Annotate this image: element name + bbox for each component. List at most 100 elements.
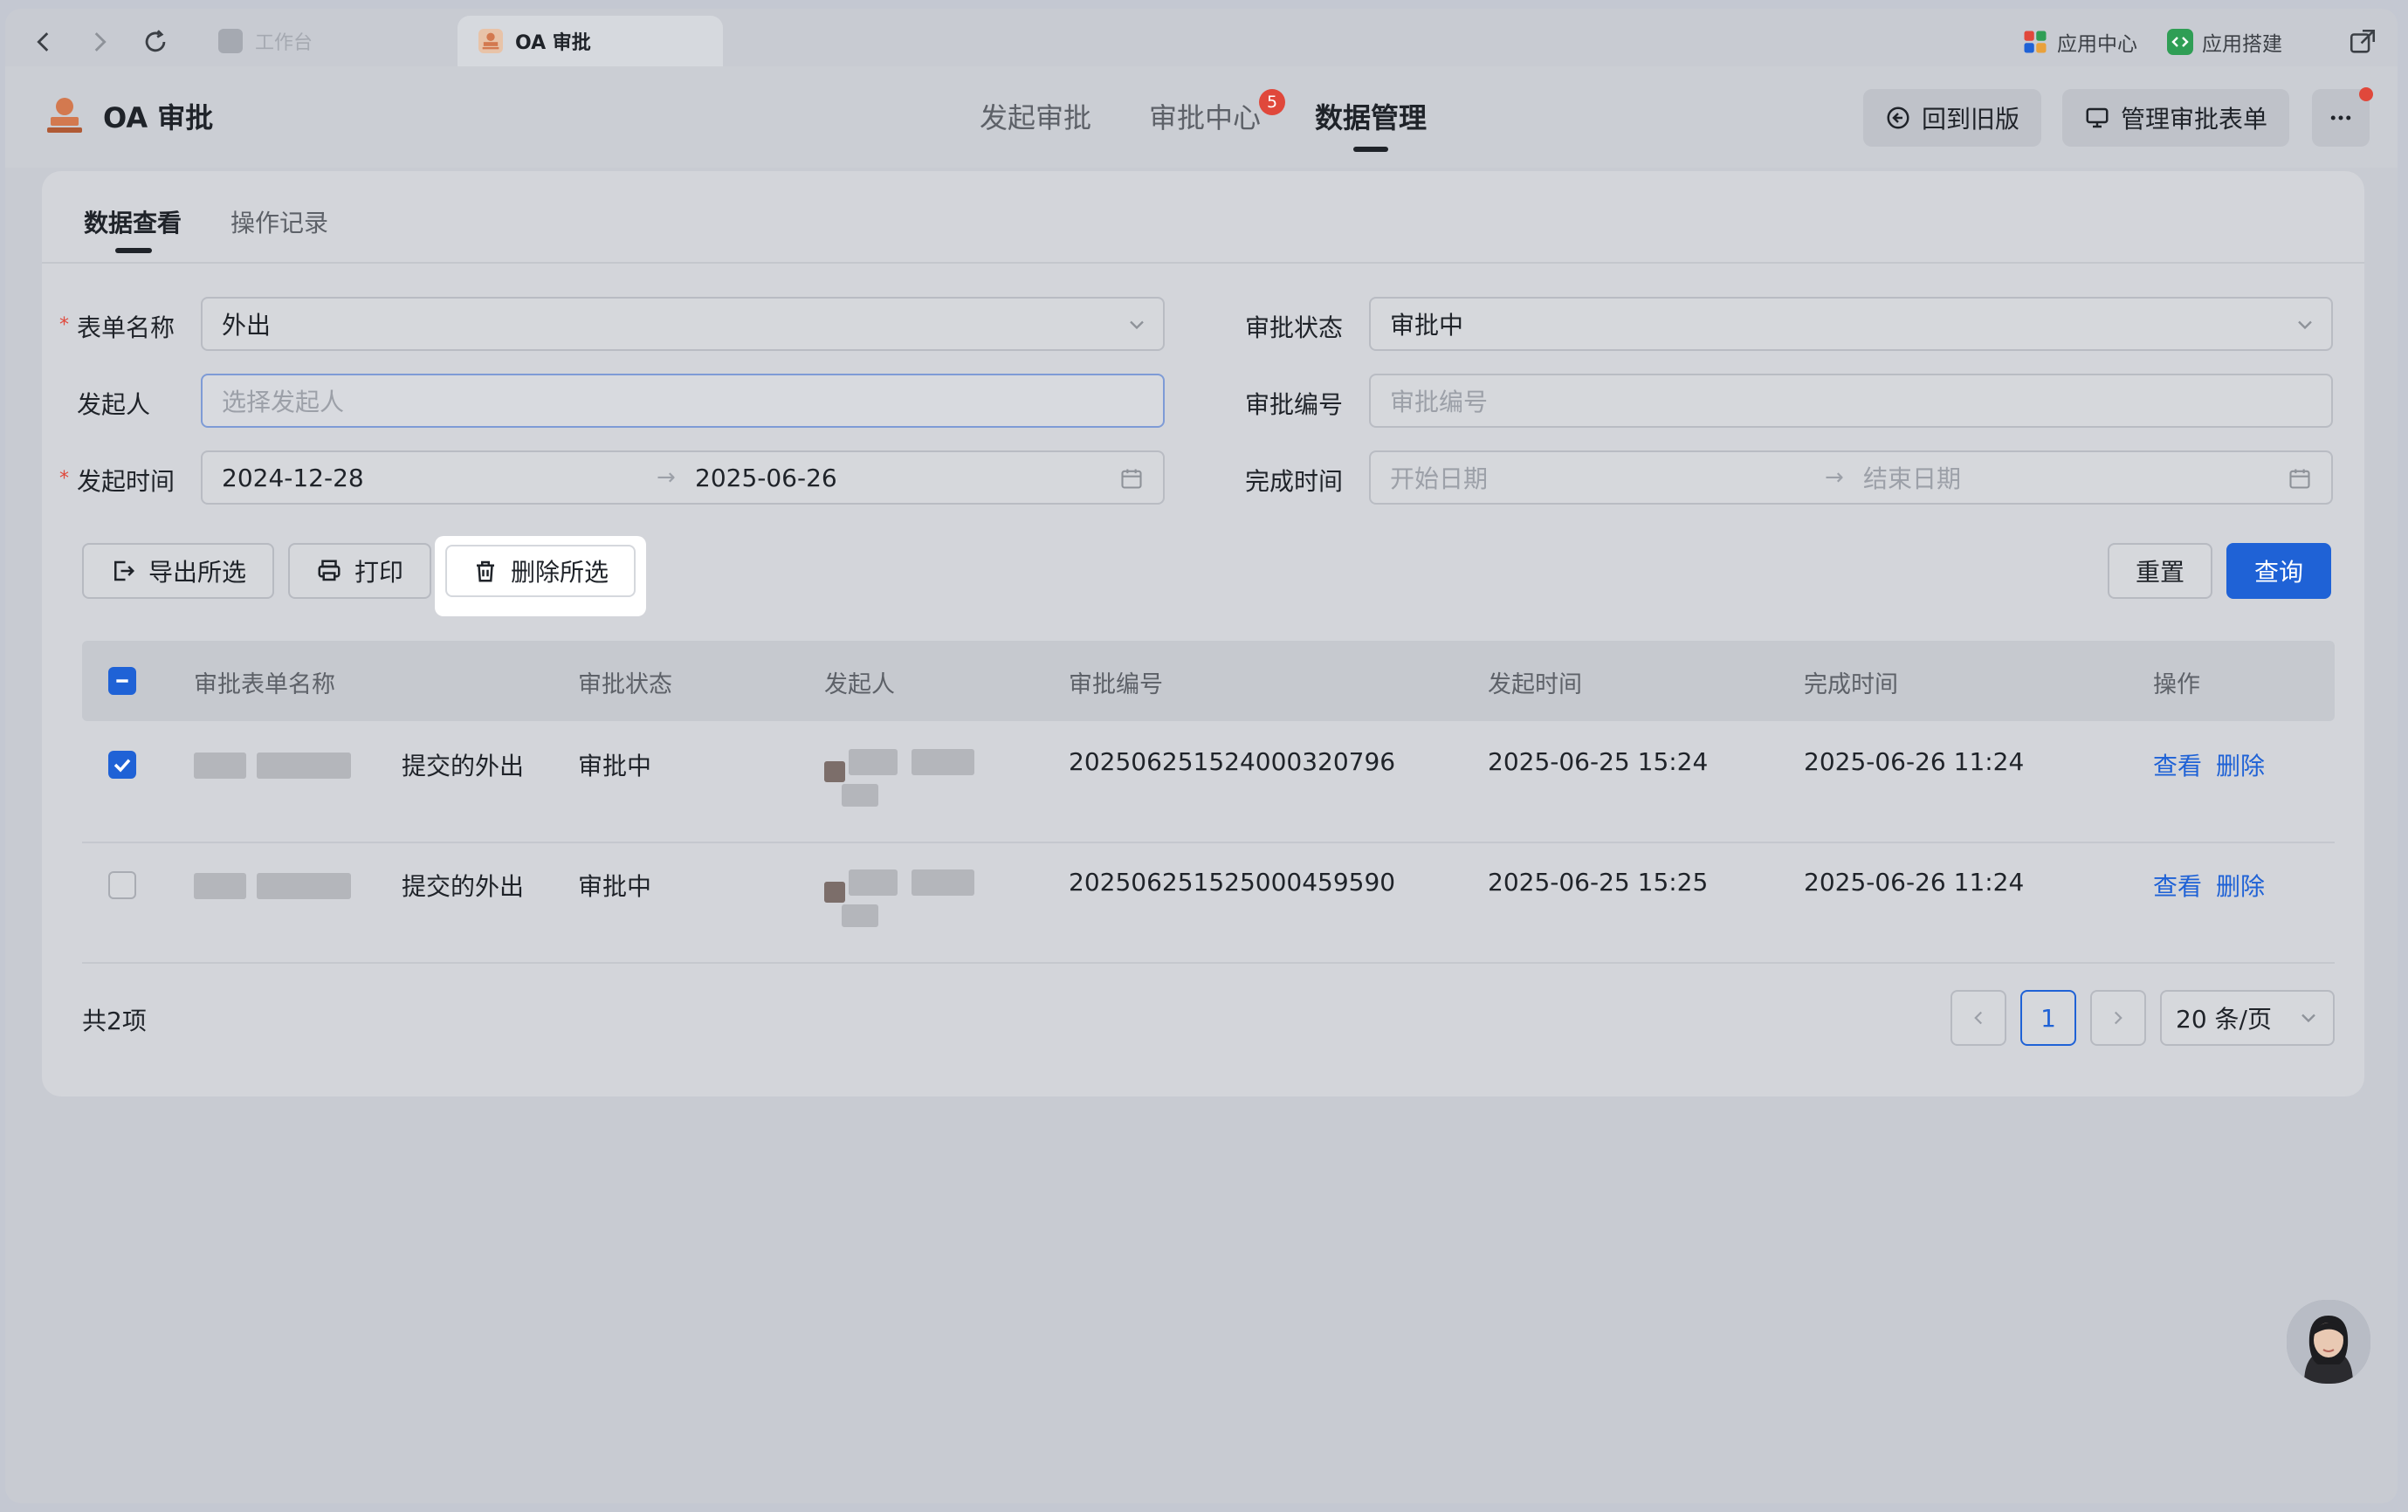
row-delete-link[interactable]: 删除 [2216,868,2265,903]
browser-window: 工作台 OA 审批 应用中心 应用搭建 OA 审批 发起审批 审批中心 5 数据… [5,9,2398,1503]
row-checkbox[interactable] [108,871,136,899]
nav-data-management[interactable]: 数据管理 [1315,96,1427,136]
start-time-label: 发起时间 [77,467,175,496]
next-page-button[interactable] [2090,990,2146,1046]
export-selected-label: 导出所选 [148,558,246,587]
reset-button[interactable]: 重置 [2108,543,2212,599]
required-marker: * [59,468,69,490]
form-name-select[interactable]: 外出 [201,297,1165,351]
printer-icon [318,560,341,581]
redacted-avatar [824,882,845,903]
redacted-avatar [824,761,845,782]
trash-icon [476,560,494,582]
assistant-portrait-icon [2287,1300,2370,1384]
redacted-name [194,753,246,779]
row-view-link[interactable]: 查看 [2153,747,2202,782]
approval-status-select[interactable]: 审批中 [1369,297,2333,351]
approval-no-input[interactable]: 审批编号 [1369,374,2333,428]
delete-selected-label: 删除所选 [510,558,609,587]
redacted-initiator [842,784,878,807]
select-all-checkbox[interactable] [108,667,136,695]
query-button[interactable]: 查询 [2226,543,2331,599]
calendar-icon [1121,469,1142,489]
app-header: OA 审批 发起审批 审批中心 5 数据管理 回到旧版 管理审批表单 [5,66,2398,168]
manage-forms-button[interactable]: 管理审批表单 [2062,89,2289,147]
row-checkbox[interactable] [108,751,136,779]
redacted-initiator [849,869,898,896]
back-icon[interactable] [23,21,65,63]
data-management-card: 数据查看 操作记录 * 表单名称 外出 审批状态 审批中 发起人 选择发起人 审… [42,171,2364,1096]
page-size-select[interactable]: 20 条/页 [2160,990,2335,1046]
row-view-link[interactable]: 查看 [2153,868,2202,903]
col-approval-no: 审批编号 [1069,671,1163,698]
stamp-icon [478,29,503,53]
subtab-data-view[interactable]: 数据查看 [84,204,182,239]
monitor-icon [2086,107,2109,128]
required-marker: * [59,314,69,336]
tab-workbench[interactable]: 工作台 [197,16,451,66]
col-finish-time: 完成时间 [1804,671,1898,698]
print-button[interactable]: 打印 [288,543,431,599]
col-start-time: 发起时间 [1488,671,1582,698]
more-dots-icon [2330,115,2351,120]
col-form-name: 审批表单名称 [194,671,335,698]
nav-approval-center[interactable]: 审批中心 [1149,96,1261,136]
back-to-old-version-button[interactable]: 回到旧版 [1863,89,2041,147]
chevron-down-icon [2298,320,2312,330]
redacted-name [257,873,351,899]
redacted-initiator [849,749,898,775]
initiator-input[interactable]: 选择发起人 [201,374,1165,428]
row-approval-no: 202506251524000320796 [1069,747,1396,776]
row-status: 审批中 [578,872,652,901]
redacted-initiator [912,749,974,775]
finish-time-label: 完成时间 [1245,467,1344,496]
range-arrow-icon: → [1825,464,1844,491]
app-center-link[interactable]: 应用中心 [2022,21,2137,63]
col-status: 审批状态 [578,671,672,698]
refresh-icon[interactable] [134,21,176,63]
delete-selected-button[interactable]: 删除所选 [445,545,636,597]
finish-time-to-placeholder: 结束日期 [1863,464,1962,493]
tab-oa-approval[interactable]: OA 审批 [458,16,723,66]
open-external-icon[interactable] [2342,21,2384,63]
row-start-time: 2025-06-25 15:24 [1488,747,1709,776]
total-count: 共2项 [82,1007,147,1035]
print-label: 打印 [354,558,403,587]
approval-status-label: 审批状态 [1245,313,1344,342]
nav-start-approval[interactable]: 发起审批 [980,96,1091,136]
nav-active-underline [1353,147,1388,152]
approval-status-value: 审批中 [1390,311,1464,340]
forward-icon[interactable] [79,21,120,63]
redacted-initiator [912,869,974,896]
chevron-left-icon [1974,1011,1983,1025]
tab-label: OA 审批 [515,32,591,54]
range-arrow-icon: → [657,464,676,491]
row-delete-link[interactable]: 删除 [2216,747,2265,782]
finish-time-range-picker[interactable]: 开始日期 → 结束日期 [1369,450,2333,505]
subtab-divider [42,262,2364,264]
start-time-from: 2024-12-28 [222,463,364,492]
code-box-icon [2167,29,2193,55]
row-finish-time: 2025-06-26 11:24 [1804,868,2025,897]
subtab-operation-log[interactable]: 操作记录 [230,204,328,239]
assistant-avatar[interactable] [2284,1297,2373,1386]
browser-chrome: 工作台 OA 审批 应用中心 应用搭建 [5,9,2398,66]
form-name-label: 表单名称 [77,313,175,342]
export-selected-button[interactable]: 导出所选 [82,543,274,599]
app-builder-label: 应用搭建 [2202,33,2282,56]
start-time-range-picker[interactable]: 2024-12-28 → 2025-06-26 [201,450,1165,505]
back-circle-icon [1887,107,1909,129]
row-form-name: 提交的外出 [402,752,525,780]
redacted-initiator [842,904,878,927]
finish-time-from-placeholder: 开始日期 [1390,464,1489,493]
start-time-to: 2025-06-26 [695,463,837,492]
table-header: 审批表单名称 审批状态 发起人 审批编号 发起时间 完成时间 操作 [82,641,2335,721]
manage-forms-label: 管理审批表单 [2120,105,2267,134]
chevron-down-icon [2301,1014,2315,1023]
page-1-button[interactable]: 1 [2020,990,2076,1046]
col-actions: 操作 [2153,671,2200,698]
table-row: 提交的外出 审批中 202506251525000459590 2025-06-… [82,842,2335,964]
redacted-name [194,873,246,899]
app-builder-link[interactable]: 应用搭建 [2167,21,2282,63]
prev-page-button[interactable] [1950,990,2006,1046]
